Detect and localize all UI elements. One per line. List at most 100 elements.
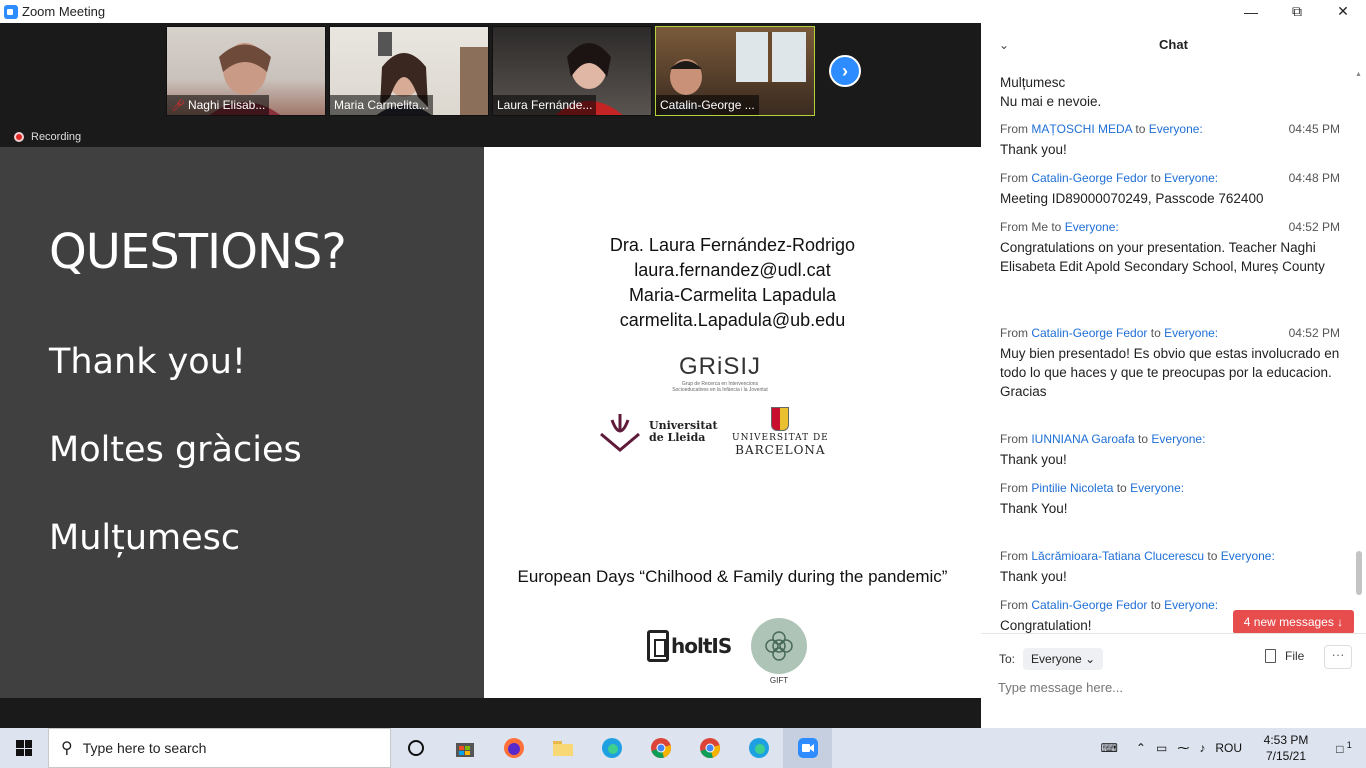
slide-contacts: Dra. Laura Fernández-Rodrigo laura.ferna…: [484, 233, 981, 333]
message-recipient[interactable]: Everyone:: [1221, 549, 1275, 563]
message-sender[interactable]: Catalin-George Fedor: [1031, 598, 1147, 612]
message-recipient[interactable]: Everyone:: [1164, 326, 1218, 340]
message-sender[interactable]: Lăcrămioara-Tatiana Clucerescu: [1031, 549, 1204, 563]
message-sender[interactable]: IUNNIANA Garoafa: [1031, 432, 1134, 446]
chat-panel: ⌄ Chat Mulțumesc Nu mai e nevoie. From M…: [981, 23, 1366, 728]
chat-message: From Lăcrămioara-Tatiana Clucerescu to E…: [1000, 549, 1340, 586]
chat-header: ⌄ Chat: [981, 23, 1366, 67]
zoom-app-icon: [4, 4, 18, 19]
chrome-icon: [699, 738, 720, 758]
message-text: Meeting ID89000070249, Passcode 762400: [1000, 191, 1264, 206]
message-sender: Me: [1031, 220, 1049, 234]
maximize-button[interactable]: ⧉: [1274, 0, 1320, 23]
contact-name: Maria-Carmelita Lapadula: [628, 285, 837, 305]
task-view-button[interactable]: [391, 728, 440, 768]
muted-mic-icon: 🎤︎: [171, 100, 185, 112]
recording-label: Recording: [31, 131, 82, 143]
title-bar: Zoom Meeting — ⧉ ✕: [0, 0, 1366, 23]
message-recipient[interactable]: Everyone:: [1151, 432, 1205, 446]
message-text: Muy bien presentado! Es obvio que estas …: [1000, 346, 1340, 399]
video-area: 🎤︎ Naghi Elisab... Maria Carmelita... Lau…: [0, 23, 981, 728]
slide-thanks-catalan: Moltes gràcies: [49, 430, 302, 470]
microsoft-store-button[interactable]: [440, 728, 489, 768]
store-icon: [455, 743, 474, 757]
more-options-button[interactable]: ···: [1324, 645, 1352, 669]
battery-icon[interactable]: ▭: [1156, 741, 1167, 755]
start-button[interactable]: [0, 728, 48, 768]
message-sender[interactable]: Pintilie Nicoleta: [1031, 481, 1113, 495]
participant-tile[interactable]: Laura Fernánde...: [492, 26, 652, 116]
message-text: Thank you!: [1000, 142, 1067, 157]
chrome-profile-button[interactable]: [685, 728, 734, 768]
slide-questions-heading: QUESTIONS?: [49, 224, 347, 280]
grisij-logo: GRiSIJ Grup de Recerca en Intervencions …: [672, 353, 768, 393]
chat-scrollbar[interactable]: ▲: [1355, 69, 1363, 649]
notification-icon: □: [1336, 742, 1344, 756]
task-view-icon: [407, 740, 424, 756]
participant-tile[interactable]: Maria Carmelita...: [329, 26, 489, 116]
gift-emblem-icon: [751, 618, 807, 674]
recipient-dropdown[interactable]: Everyone ⌄: [1023, 648, 1104, 670]
message-text: Thank you!: [1000, 569, 1067, 584]
divider: [981, 633, 1366, 634]
holtis-emblem-icon: [647, 630, 669, 662]
screen: Zoom Meeting — ⧉ ✕ 🎤︎ Naghi Elisab... Mar…: [0, 0, 1366, 768]
language-indicator[interactable]: ROU: [1215, 741, 1242, 755]
keyboard-icon[interactable]: ⌨: [1101, 741, 1118, 755]
message-sender[interactable]: MAȚOSCHI MEDA: [1031, 122, 1132, 136]
zoom-taskbar-button[interactable]: [783, 728, 832, 768]
chevron-up-icon[interactable]: ⌃: [1136, 741, 1146, 755]
notifications-button[interactable]: □ 1: [1322, 740, 1366, 756]
chat-message: Mulțumesc Nu mai e nevoie.: [1000, 75, 1102, 109]
ub-shield-icon: [771, 407, 790, 431]
chat-message: From MAȚOSCHI MEDA to Everyone: 04:45 PM …: [1000, 122, 1340, 157]
minimize-button[interactable]: —: [1228, 0, 1274, 23]
folder-icon: [552, 741, 573, 756]
message-recipient[interactable]: Everyone:: [1130, 481, 1184, 495]
message-text: Congratulations on your presentation. Te…: [1000, 240, 1325, 274]
chevron-down-icon[interactable]: ⌄: [999, 23, 1009, 67]
clock-time: 4:53 PM: [1263, 733, 1309, 747]
zoom-icon: [797, 738, 818, 758]
firefox-button[interactable]: [489, 728, 538, 768]
scroll-up-icon[interactable]: ▲: [1355, 71, 1362, 78]
slide-right-panel: Dra. Laura Fernández-Rodrigo laura.ferna…: [484, 147, 981, 698]
edge-profile-button[interactable]: [734, 728, 783, 768]
message-sender[interactable]: Catalin-George Fedor: [1031, 171, 1147, 185]
window-title: Zoom Meeting: [22, 4, 106, 19]
file-explorer-button[interactable]: [538, 728, 587, 768]
message-recipient[interactable]: Everyone:: [1065, 220, 1119, 234]
taskbar-search[interactable]: ⚲ Type here to search: [48, 728, 391, 768]
search-placeholder: Type here to search: [82, 740, 207, 756]
chat-message: From IUNNIANA Garoafa to Everyone: Thank…: [1000, 432, 1340, 469]
scroll-thumb[interactable]: [1356, 551, 1362, 595]
volume-icon[interactable]: ♪: [1199, 741, 1205, 755]
participant-tile-active-speaker[interactable]: Catalin-George ...: [655, 26, 815, 116]
message-sender[interactable]: Catalin-George Fedor: [1031, 326, 1147, 340]
event-title: European Days “Chilhood & Family during …: [517, 567, 948, 586]
chat-message-input[interactable]: [998, 677, 1338, 697]
message-recipient[interactable]: Everyone:: [1164, 171, 1218, 185]
participant-strip: 🎤︎ Naghi Elisab... Maria Carmelita... Lau…: [0, 23, 981, 147]
taskbar-clock[interactable]: 4:53 PM 7/15/21: [1250, 732, 1322, 764]
search-icon: ⚲: [61, 740, 73, 757]
message-recipient[interactable]: Everyone:: [1149, 122, 1203, 136]
edge-button[interactable]: [587, 728, 636, 768]
participant-name: 🎤︎ Naghi Elisab...: [167, 95, 270, 115]
edge-icon: [748, 738, 769, 758]
file-button[interactable]: File: [1265, 649, 1304, 663]
chrome-button[interactable]: [636, 728, 685, 768]
firefox-icon: [503, 738, 524, 758]
next-participants-button[interactable]: ›: [829, 55, 861, 87]
participant-tile[interactable]: 🎤︎ Naghi Elisab...: [166, 26, 326, 116]
recipient-row: To: Everyone ⌄: [999, 648, 1104, 670]
system-tray: ⌨ ⌃ ▭ ⁓ ♪ ROU 4:53 PM 7/15/21 □ 1: [1101, 728, 1366, 768]
message-text: Thank You!: [1000, 501, 1068, 516]
slide-left-panel: QUESTIONS? Thank you! Moltes gràcies Mul…: [0, 147, 484, 698]
wifi-icon[interactable]: ⁓: [1177, 741, 1189, 755]
new-messages-button[interactable]: 4 new messages ↓: [1233, 610, 1354, 634]
message-time: 04:52 PM: [1288, 326, 1340, 340]
edge-icon: [601, 738, 622, 758]
close-button[interactable]: ✕: [1320, 0, 1366, 23]
message-recipient[interactable]: Everyone:: [1164, 598, 1218, 612]
